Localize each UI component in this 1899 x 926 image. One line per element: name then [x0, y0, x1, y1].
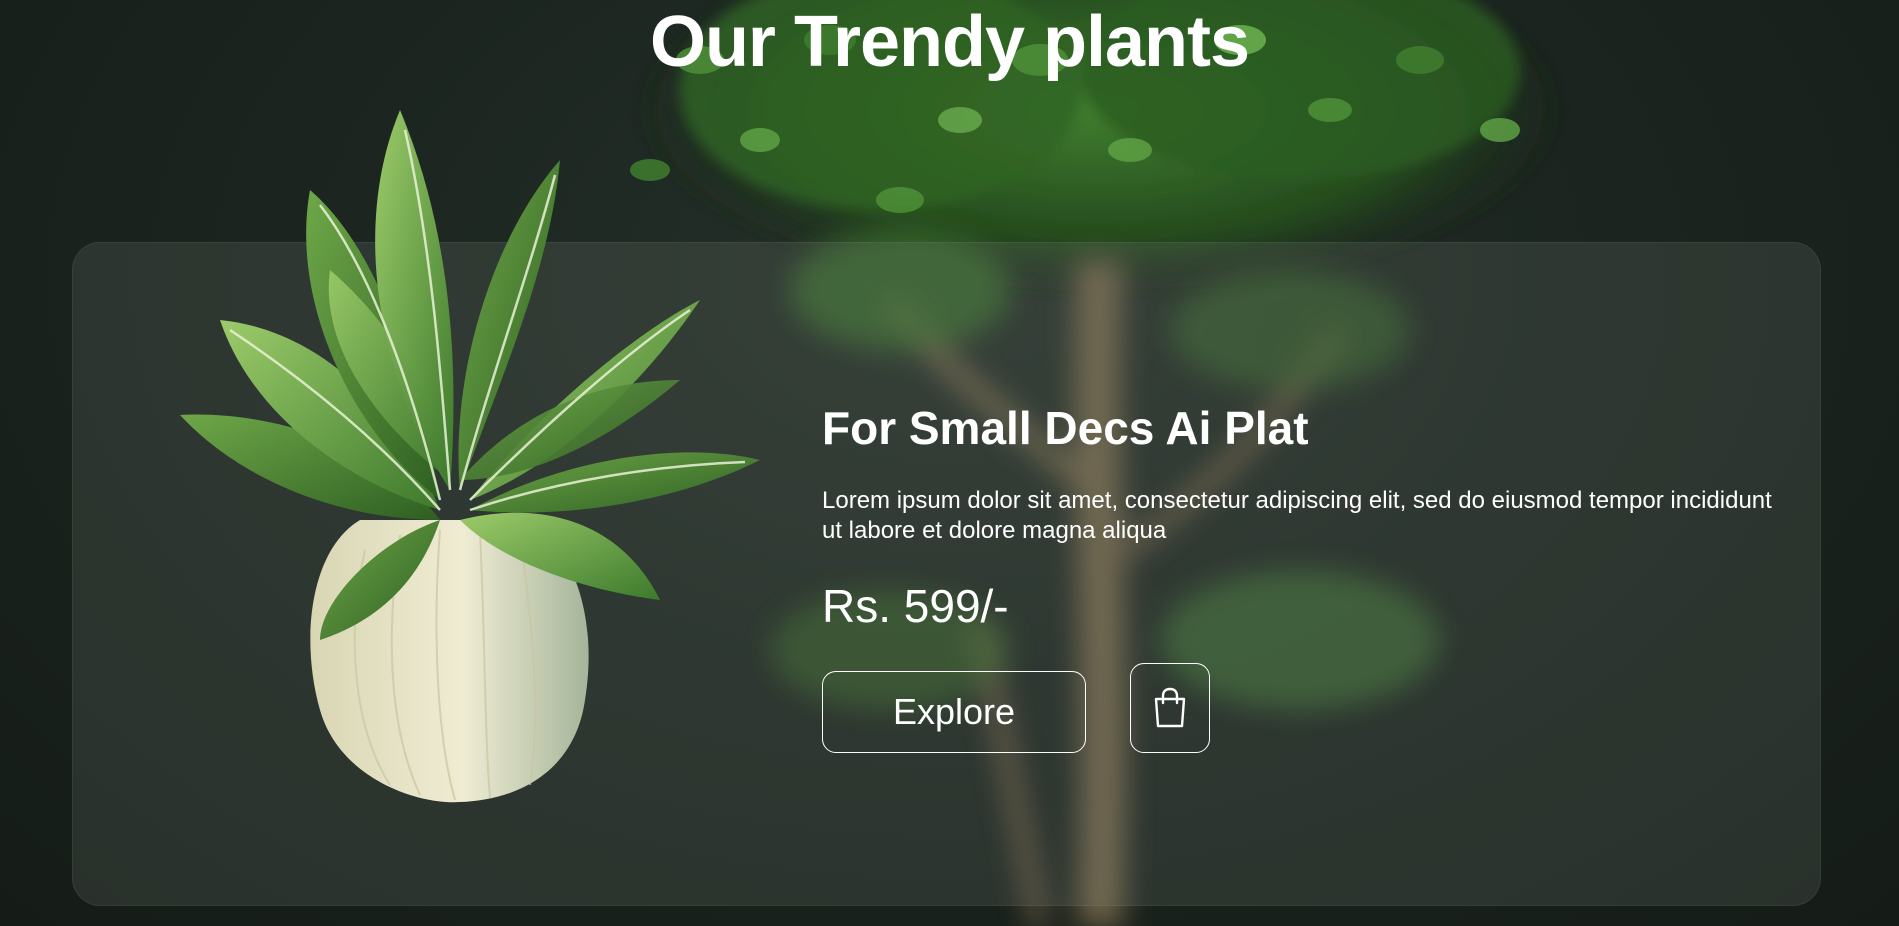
page-title: Our Trendy plants	[649, 2, 1250, 82]
explore-button[interactable]: Explore	[822, 671, 1086, 753]
potted-plant-image	[180, 110, 760, 803]
product-price: Rs. 599/-	[822, 580, 1009, 632]
add-to-cart-button[interactable]	[1130, 663, 1210, 753]
product-description: Lorem ipsum dolor sit amet, consectetur …	[822, 487, 1772, 544]
product-name: For Small Decs Ai Plat	[822, 402, 1309, 454]
shopping-bag-icon	[1154, 687, 1186, 728]
